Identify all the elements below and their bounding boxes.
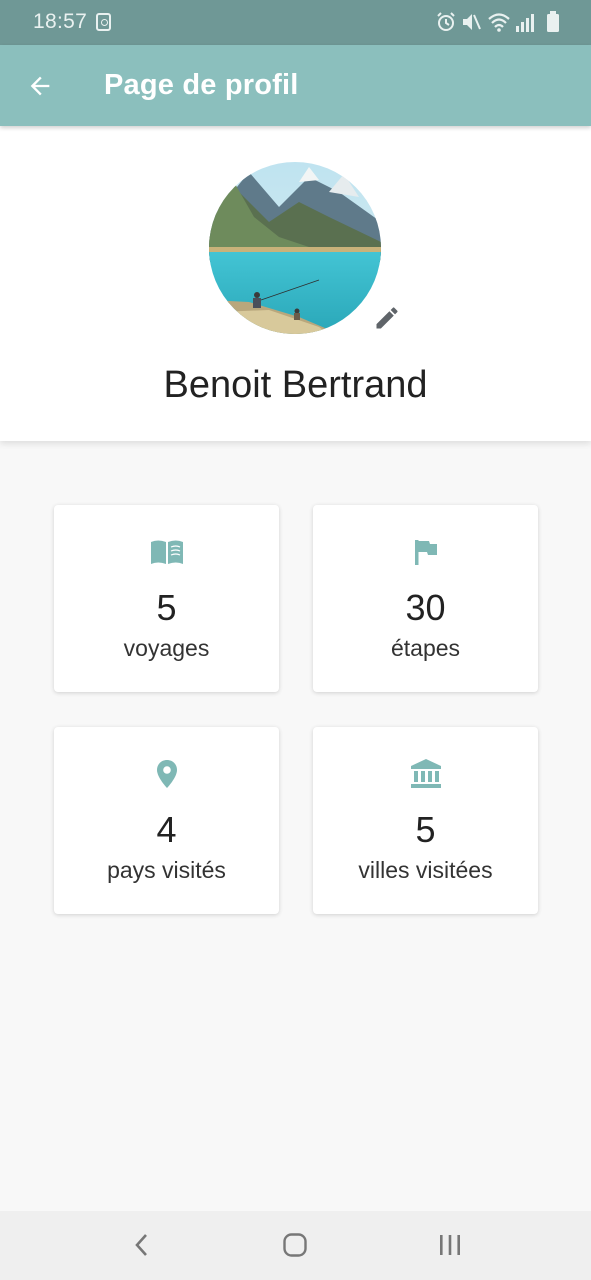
stat-card-villes[interactable]: 5 villes visitées	[313, 727, 538, 914]
map-pin-icon	[54, 757, 279, 791]
stat-card-etapes[interactable]: 30 étapes	[313, 505, 538, 692]
stat-label: villes visitées	[358, 857, 493, 883]
stat-value: 5	[415, 809, 436, 850]
edit-avatar-button[interactable]	[370, 301, 404, 335]
book-open-icon	[54, 535, 279, 569]
app-bar: Page de profil	[0, 45, 591, 126]
status-time: 18:57	[33, 10, 88, 33]
battery-icon	[547, 11, 559, 32]
status-bar: 18:57	[0, 0, 591, 45]
nav-back-button[interactable]	[122, 1227, 162, 1263]
stat-value: 4	[156, 809, 177, 850]
back-nav-icon	[135, 1234, 147, 1256]
stat-card-voyages[interactable]: 5 voyages	[54, 505, 279, 692]
stat-label: voyages	[123, 635, 210, 661]
stat-value: 5	[156, 587, 177, 628]
profile-name: Benoit Bertrand	[163, 364, 428, 406]
alarm-icon	[437, 12, 455, 31]
pencil-icon	[376, 307, 398, 329]
home-nav-icon	[283, 1233, 307, 1257]
profile-header: Benoit Bertrand	[0, 126, 591, 441]
stat-card-pays[interactable]: 4 pays visités	[54, 727, 279, 914]
bank-building-icon	[313, 757, 538, 791]
stat-label: pays visités	[107, 857, 226, 883]
arrow-left-icon	[30, 76, 50, 96]
stat-label: étapes	[390, 635, 461, 661]
page-title: Page de profil	[104, 69, 299, 101]
nav-home-button[interactable]	[275, 1227, 315, 1263]
avatar[interactable]	[209, 162, 381, 334]
nav-recents-button[interactable]	[430, 1227, 470, 1263]
avatar-photo	[209, 162, 381, 334]
stat-value: 30	[405, 587, 446, 628]
mute-icon	[463, 14, 481, 30]
notification-icon	[96, 13, 111, 31]
signal-icon	[516, 14, 534, 32]
flag-icon	[313, 535, 538, 569]
system-nav-bar	[0, 1211, 591, 1280]
recents-nav-icon	[440, 1235, 460, 1255]
wifi-icon	[488, 13, 510, 32]
back-button[interactable]	[20, 66, 60, 106]
